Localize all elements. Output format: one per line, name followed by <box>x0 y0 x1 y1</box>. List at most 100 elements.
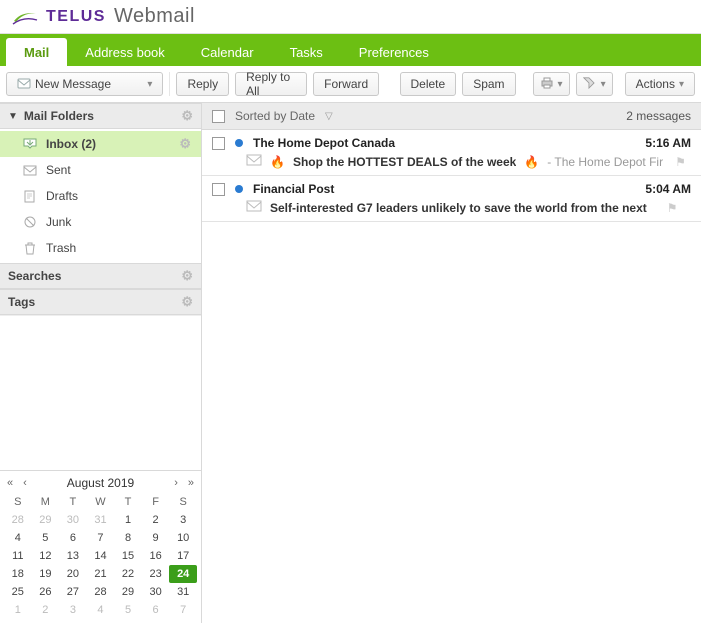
cal-day[interactable]: 23 <box>142 565 170 583</box>
cal-day[interactable]: 3 <box>59 601 87 619</box>
print-button[interactable]: ▾ <box>533 72 570 96</box>
tag-button[interactable]: ▾ <box>576 72 613 96</box>
cal-day[interactable]: 12 <box>32 547 60 565</box>
cal-day[interactable]: 29 <box>114 583 142 601</box>
reply-button[interactable]: Reply <box>176 72 229 96</box>
envelope-icon <box>246 200 262 215</box>
sidebar: ▼ Mail Folders ⚙ Inbox (2)⚙Sent⚙Drafts⚙J… <box>0 103 202 623</box>
cal-day[interactable]: 14 <box>87 547 115 565</box>
message-row[interactable]: Financial Post5:04 AMSelf-interested G7 … <box>202 176 701 222</box>
tab-address-book[interactable]: Address book <box>67 38 183 66</box>
gear-icon[interactable]: ⚙ <box>181 108 193 124</box>
cal-day[interactable]: 5 <box>114 601 142 619</box>
mail-pane: Sorted by Date ▽ 2 messages The Home Dep… <box>202 103 701 623</box>
cal-prev-month[interactable]: ‹ <box>20 477 30 489</box>
actions-button[interactable]: Actions▾ <box>625 72 695 96</box>
tab-preferences[interactable]: Preferences <box>341 38 447 66</box>
cal-day[interactable]: 10 <box>169 529 197 547</box>
sort-label[interactable]: Sorted by Date <box>235 109 315 123</box>
folder-item-drafts[interactable]: Drafts⚙ <box>0 183 201 209</box>
junk-icon <box>22 214 38 230</box>
gear-icon[interactable]: ⚙ <box>179 136 191 152</box>
tab-tasks[interactable]: Tasks <box>272 38 341 66</box>
flag-icon[interactable]: ⚑ <box>667 201 678 215</box>
folder-item-inbox-[interactable]: Inbox (2)⚙ <box>0 131 201 157</box>
tab-calendar[interactable]: Calendar <box>183 38 272 66</box>
flag-icon[interactable]: ⚑ <box>675 155 686 169</box>
cal-day[interactable]: 20 <box>59 565 87 583</box>
cal-day[interactable]: 5 <box>32 529 60 547</box>
cal-prev-year[interactable]: « <box>4 477 16 489</box>
gear-icon[interactable]: ⚙ <box>181 294 193 310</box>
drafts-icon <box>22 188 38 204</box>
cal-day[interactable]: 22 <box>114 565 142 583</box>
cal-day[interactable]: 31 <box>87 511 115 529</box>
mail-folders-header[interactable]: ▼ Mail Folders ⚙ <box>0 103 201 129</box>
cal-day[interactable]: 26 <box>32 583 60 601</box>
cal-day[interactable]: 15 <box>114 547 142 565</box>
list-header: Sorted by Date ▽ 2 messages <box>202 103 701 130</box>
cal-day[interactable]: 17 <box>169 547 197 565</box>
cal-day[interactable]: 6 <box>59 529 87 547</box>
spam-button[interactable]: Spam <box>462 72 515 96</box>
cal-day[interactable]: 16 <box>142 547 170 565</box>
cal-day[interactable]: 4 <box>87 601 115 619</box>
folder-item-junk[interactable]: Junk⚙ <box>0 209 201 235</box>
cal-day[interactable]: 24 <box>169 565 197 583</box>
cal-day[interactable]: 4 <box>4 529 32 547</box>
cal-day[interactable]: 1 <box>4 601 32 619</box>
folder-label: Junk <box>46 215 71 229</box>
tab-mail-label: Mail <box>24 45 49 60</box>
tags-label: Tags <box>8 295 35 309</box>
cal-day[interactable]: 18 <box>4 565 32 583</box>
cal-dow: M <box>32 493 60 511</box>
message-row[interactable]: The Home Depot Canada5:16 AM🔥 Shop the H… <box>202 130 701 176</box>
cal-day[interactable]: 1 <box>114 511 142 529</box>
tags-header[interactable]: Tags ⚙ <box>0 289 201 315</box>
new-message-button[interactable]: New Message ▾ <box>6 72 163 96</box>
delete-button[interactable]: Delete <box>400 72 457 96</box>
cal-day[interactable]: 9 <box>142 529 170 547</box>
cal-day[interactable]: 30 <box>59 511 87 529</box>
cal-day[interactable]: 30 <box>142 583 170 601</box>
cal-day[interactable]: 7 <box>169 601 197 619</box>
cal-day[interactable]: 2 <box>32 601 60 619</box>
forward-button[interactable]: Forward <box>313 72 379 96</box>
folder-item-sent[interactable]: Sent⚙ <box>0 157 201 183</box>
message-snippet: - The Home Depot Fir <box>547 155 663 169</box>
delete-label: Delete <box>411 77 446 91</box>
tab-mail[interactable]: Mail <box>6 38 67 66</box>
cal-day[interactable]: 7 <box>87 529 115 547</box>
select-all-checkbox[interactable] <box>212 110 225 123</box>
searches-label: Searches <box>8 269 61 283</box>
cal-day[interactable]: 27 <box>59 583 87 601</box>
cal-day[interactable]: 13 <box>59 547 87 565</box>
cal-next-month[interactable]: › <box>171 477 181 489</box>
cal-day[interactable]: 28 <box>4 511 32 529</box>
cal-day[interactable]: 21 <box>87 565 115 583</box>
cal-next-year[interactable]: » <box>185 477 197 489</box>
folder-item-trash[interactable]: Trash⚙ <box>0 235 201 261</box>
cal-day[interactable]: 11 <box>4 547 32 565</box>
cal-day[interactable]: 31 <box>169 583 197 601</box>
toolbar: New Message ▾ Reply Reply to All Forward… <box>0 66 701 103</box>
fire-icon: 🔥 <box>524 155 539 169</box>
cal-day[interactable]: 6 <box>142 601 170 619</box>
message-checkbox[interactable] <box>212 137 225 150</box>
gear-icon[interactable]: ⚙ <box>181 268 193 284</box>
cal-day[interactable]: 25 <box>4 583 32 601</box>
cal-day[interactable]: 2 <box>142 511 170 529</box>
caret-down-icon: ▾ <box>147 79 152 90</box>
cal-day[interactable]: 29 <box>32 511 60 529</box>
message-checkbox[interactable] <box>212 183 225 196</box>
reply-all-button[interactable]: Reply to All <box>235 72 307 96</box>
actions-label: Actions <box>636 77 675 91</box>
cal-day[interactable]: 8 <box>114 529 142 547</box>
cal-title: August 2019 <box>34 476 167 490</box>
cal-day[interactable]: 3 <box>169 511 197 529</box>
message-time: 5:16 AM <box>645 136 691 150</box>
message-subject: Self-interested G7 leaders unlikely to s… <box>270 201 647 215</box>
searches-header[interactable]: Searches ⚙ <box>0 263 201 289</box>
cal-day[interactable]: 28 <box>87 583 115 601</box>
cal-day[interactable]: 19 <box>32 565 60 583</box>
